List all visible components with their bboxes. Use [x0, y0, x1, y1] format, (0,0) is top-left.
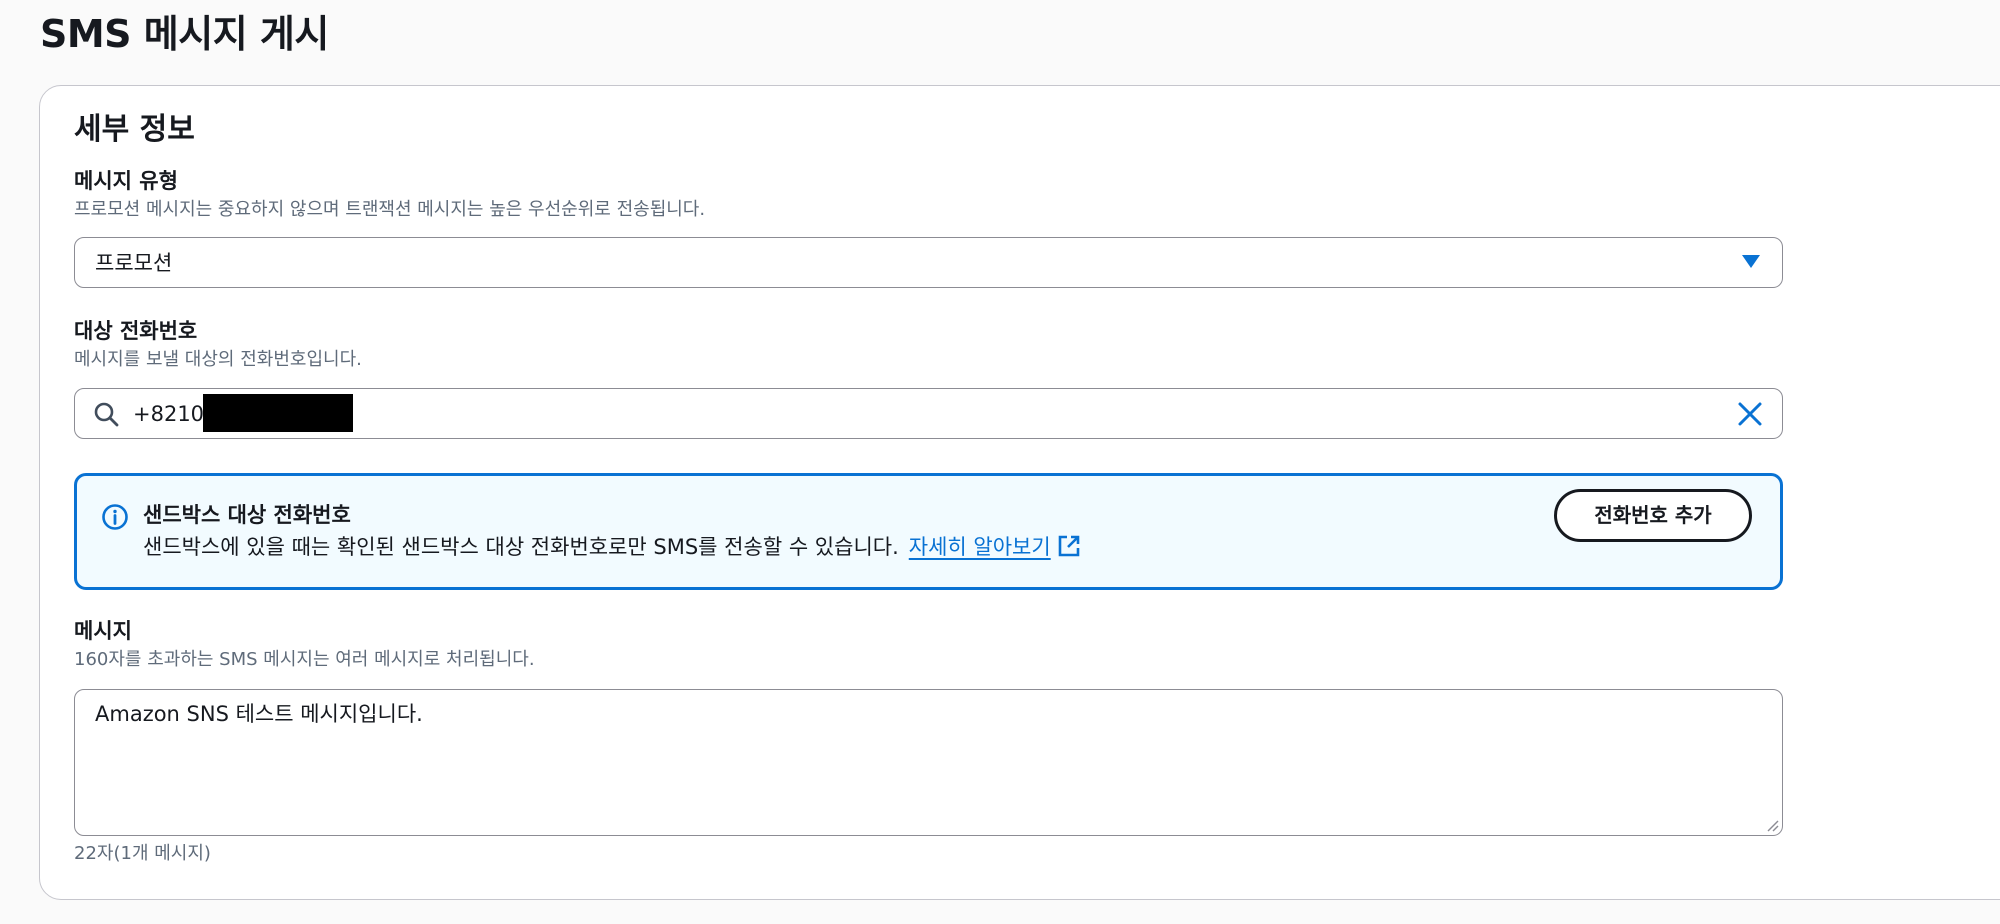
message-type-description: 프로모션 메시지는 중요하지 않으며 트랜잭션 메시지는 높은 우선순위로 전송…: [74, 199, 706, 220]
phone-label: 대상 전화번호: [74, 319, 198, 343]
phone-description: 메시지를 보낼 대상의 전화번호입니다.: [74, 349, 362, 370]
phone-input[interactable]: +8210: [74, 388, 1783, 439]
alert-body-text: 샌드박스에 있을 때는 확인된 샌드박스 대상 전화번호로만 SMS를 전송할 …: [143, 535, 899, 559]
info-icon: [102, 504, 128, 530]
character-count: 22자(1개 메시지): [74, 843, 211, 864]
message-type-select[interactable]: 프로모션: [74, 237, 1783, 288]
redacted-phone-digits: [203, 394, 353, 432]
message-value: Amazon SNS 테스트 메시지입니다.: [95, 702, 423, 726]
page-title: SMS 메시지 게시: [40, 12, 329, 56]
message-type-value: 프로모션: [95, 251, 173, 275]
message-textarea[interactable]: Amazon SNS 테스트 메시지입니다.: [74, 689, 1783, 836]
external-link-icon[interactable]: [1057, 534, 1081, 558]
phone-value: +8210: [133, 402, 205, 426]
learn-more-link[interactable]: 자세히 알아보기: [909, 535, 1051, 559]
search-icon: [94, 402, 119, 427]
add-phone-number-button[interactable]: 전화번호 추가: [1554, 489, 1752, 542]
caret-down-icon: [1742, 255, 1760, 268]
details-container: 세부 정보 메시지 유형 프로모션 메시지는 중요하지 않으며 트랜잭션 메시지…: [39, 85, 2000, 900]
clear-icon[interactable]: [1736, 400, 1764, 428]
message-type-label: 메시지 유형: [74, 169, 178, 193]
alert-body: 샌드박스에 있을 때는 확인된 샌드박스 대상 전화번호로만 SMS를 전송할 …: [143, 532, 1081, 562]
alert-title: 샌드박스 대상 전화번호: [143, 503, 351, 527]
sandbox-alert: 샌드박스 대상 전화번호 샌드박스에 있을 때는 확인된 샌드박스 대상 전화번…: [74, 473, 1783, 590]
message-description: 160자를 초과하는 SMS 메시지는 여러 메시지로 처리됩니다.: [74, 649, 535, 670]
message-label: 메시지: [74, 619, 132, 643]
resize-handle-icon[interactable]: [1765, 818, 1779, 832]
section-title: 세부 정보: [74, 112, 195, 147]
